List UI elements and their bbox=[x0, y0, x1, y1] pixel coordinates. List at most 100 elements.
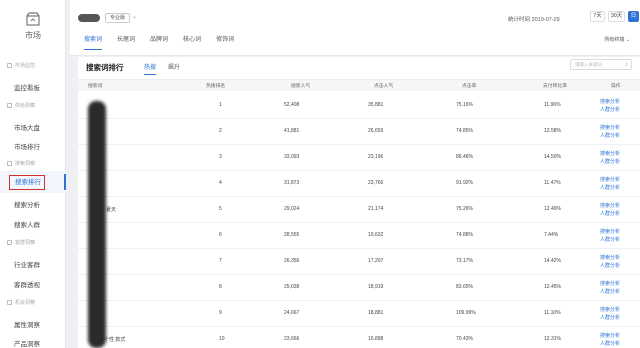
range-7d-button[interactable]: 7天 bbox=[590, 11, 605, 22]
table-row: 8 25,038 18,919 83.65% 12.45% 搜索分析 人群分析 bbox=[78, 275, 640, 301]
crowd-analysis-link[interactable]: 人群分析 bbox=[600, 288, 620, 295]
search-analysis-link[interactable]: 搜索分析 bbox=[600, 202, 620, 209]
cell-conv: 12.58% bbox=[544, 128, 561, 134]
cell-conv: 11.47% bbox=[544, 180, 561, 186]
terminal-select[interactable]: 所有终端 ⌄ bbox=[604, 36, 630, 43]
cell-ctr: 75.16% bbox=[456, 102, 473, 108]
tab-modifier[interactable]: 修饰词 bbox=[216, 34, 234, 50]
cell-conv: 7.44% bbox=[544, 232, 559, 238]
crowd-analysis-link[interactable]: 人群分析 bbox=[600, 132, 620, 139]
cell-search-pop: 26,356 bbox=[284, 258, 300, 264]
cell-rank: 7 bbox=[219, 258, 222, 264]
chevron-down-icon[interactable]: ⌄ bbox=[132, 13, 137, 20]
crowd-analysis-link[interactable]: 人群分析 bbox=[600, 262, 620, 269]
keyword-tabs: 搜索词 长尾词 品牌词 核心词 修饰词 bbox=[84, 34, 249, 50]
sidebar-item-market-overview[interactable]: 市场大盘 bbox=[0, 122, 66, 132]
search-analysis-link[interactable]: 搜索分析 bbox=[600, 228, 620, 235]
cell-ctr: 109.99% bbox=[456, 310, 476, 316]
col-rank[interactable]: 热搜排名 bbox=[206, 82, 225, 89]
cell-rank: 3 bbox=[219, 154, 222, 160]
range-30d-button[interactable]: 30天 bbox=[608, 11, 625, 22]
cell-click-pop: 23,196 bbox=[368, 154, 384, 160]
tab-core[interactable]: 核心词 bbox=[183, 34, 201, 50]
cell-keyword[interactable]: 个性 款式 bbox=[104, 336, 125, 343]
cell-ctr: 70.43% bbox=[456, 336, 473, 342]
tab-brand[interactable]: 品牌词 bbox=[150, 34, 168, 50]
cell-rank: 10 bbox=[219, 336, 225, 342]
crowd-analysis-link[interactable]: 人群分析 bbox=[600, 236, 620, 243]
table-row: 3 33,093 23,196 86.46% 14.50% 搜索分析 人群分析 bbox=[78, 145, 640, 171]
version-badge[interactable]: 专业版 bbox=[105, 13, 131, 23]
col-search-pop[interactable]: 搜索人气 bbox=[291, 82, 310, 89]
sidebar-item-search-analysis[interactable]: 搜索分析 bbox=[0, 199, 66, 209]
search-analysis-link[interactable]: 搜索分析 bbox=[600, 254, 620, 261]
tab-long-tail[interactable]: 长尾词 bbox=[117, 34, 135, 50]
cell-ctr: 74.88% bbox=[456, 232, 473, 238]
group-icon bbox=[7, 300, 12, 305]
sidebar-item-monitor-board[interactable]: 监控看板 bbox=[0, 82, 66, 92]
cell-conv: 14.50% bbox=[544, 154, 561, 160]
subtab-rising[interactable]: 飙升 bbox=[168, 62, 180, 71]
search-input[interactable]: 请输入关键词 ⌕ bbox=[570, 59, 632, 70]
sidebar-item-product-insight[interactable]: 产品洞察 bbox=[0, 338, 66, 348]
market-icon bbox=[26, 12, 40, 26]
col-conv[interactable]: 支付转化率 bbox=[543, 82, 567, 89]
cell-conv: 11.96% bbox=[544, 102, 561, 108]
group-icon bbox=[7, 240, 12, 245]
sidebar-item-search-ranking[interactable]: 搜索排行 bbox=[9, 174, 66, 190]
sidebar-item-attribute-insight[interactable]: 属性洞察 bbox=[0, 319, 66, 329]
col-click-pop[interactable]: 点击人气 bbox=[374, 82, 393, 89]
top-header: 专业版 ⌄ 统计时间 2019-07-29 7天 30天 日 搜索词 长尾词 品… bbox=[70, 0, 640, 56]
cell-conv: 14.42% bbox=[544, 258, 561, 264]
cell-search-pop: 24,667 bbox=[284, 310, 300, 316]
table-row: 夏天 5 29,024 21,174 75.26% 12.49% 搜索分析 人群分析 bbox=[78, 197, 640, 223]
tab-search-terms[interactable]: 搜索词 bbox=[84, 34, 103, 50]
cell-click-pop: 19,632 bbox=[368, 232, 384, 238]
sidebar-group-supply: 供给洞察 bbox=[0, 102, 66, 109]
group-icon bbox=[7, 161, 12, 166]
app-root: 市场 市场监控 监控看板 供给洞察 市场大盘 市场排行 搜索洞察 搜索排行 搜索… bbox=[0, 0, 640, 348]
cell-search-pop: 33,093 bbox=[284, 154, 300, 160]
sidebar-item-market-ranking[interactable]: 市场排行 bbox=[0, 141, 66, 151]
cell-ctr: 75.26% bbox=[456, 206, 473, 212]
group-icon bbox=[7, 63, 12, 68]
range-day-button[interactable]: 日 bbox=[628, 11, 639, 22]
table-row: 2 41,881 26,659 74.85% 12.58% 搜索分析 人群分析 bbox=[78, 119, 640, 145]
search-analysis-link[interactable]: 搜索分析 bbox=[600, 150, 620, 157]
crowd-analysis-link[interactable]: 人群分析 bbox=[600, 314, 620, 321]
col-ctr[interactable]: 点击率 bbox=[462, 82, 476, 89]
search-analysis-link[interactable]: 搜索分析 bbox=[600, 176, 620, 183]
sidebar-group-customer: 客群洞察 bbox=[0, 239, 66, 246]
redacted-keywords bbox=[88, 101, 106, 348]
cell-conv: 12.49% bbox=[544, 206, 561, 212]
crowd-analysis-link[interactable]: 人群分析 bbox=[600, 340, 620, 347]
cell-click-pop: 21,174 bbox=[368, 206, 384, 212]
sidebar-item-search-crowd[interactable]: 搜索人群 bbox=[0, 219, 66, 229]
search-analysis-link[interactable]: 搜索分析 bbox=[600, 124, 620, 131]
cell-rank: 1 bbox=[219, 102, 222, 108]
stat-time: 统计时间 2019-07-29 bbox=[508, 17, 560, 23]
account-badge[interactable] bbox=[78, 14, 100, 22]
cell-conv: 12.45% bbox=[544, 284, 561, 290]
search-analysis-link[interactable]: 搜索分析 bbox=[600, 306, 620, 313]
sidebar-group-opportunity: 机会洞察 bbox=[0, 299, 66, 306]
cell-search-pop: 23,666 bbox=[284, 336, 300, 342]
crowd-analysis-link[interactable]: 人群分析 bbox=[600, 158, 620, 165]
cell-rank: 8 bbox=[219, 284, 222, 290]
crowd-analysis-link[interactable]: 人群分析 bbox=[600, 210, 620, 217]
group-icon bbox=[7, 103, 12, 108]
sidebar-item-customer-insight[interactable]: 客群透视 bbox=[0, 279, 66, 289]
search-analysis-link[interactable]: 搜索分析 bbox=[600, 332, 620, 339]
sidebar-item-industry-customers[interactable]: 行业客群 bbox=[0, 259, 66, 269]
search-analysis-link[interactable]: 搜索分析 bbox=[600, 280, 620, 287]
search-analysis-link[interactable]: 搜索分析 bbox=[600, 98, 620, 105]
crowd-analysis-link[interactable]: 人群分析 bbox=[600, 106, 620, 113]
card-title: 搜索词排行 bbox=[86, 63, 124, 72]
table-header: 搜索词 热搜排名 搜索人气 点击人气 点击率 支付转化率 操作 bbox=[78, 79, 640, 91]
crowd-analysis-link[interactable]: 人群分析 bbox=[600, 184, 620, 191]
cell-click-pop: 23,766 bbox=[368, 180, 384, 186]
cell-keyword[interactable]: 夏天 bbox=[106, 206, 116, 213]
col-keyword: 搜索词 bbox=[88, 84, 103, 89]
subtab-hot[interactable]: 热搜 bbox=[144, 62, 157, 75]
sidebar-logo[interactable]: 市场 bbox=[0, 12, 66, 41]
